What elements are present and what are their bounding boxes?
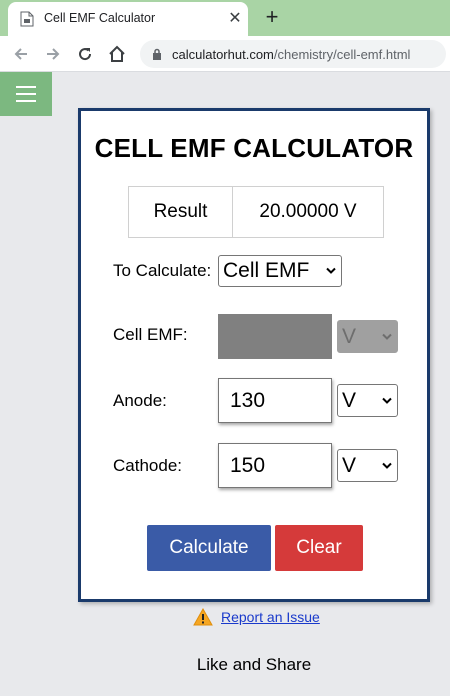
address-bar[interactable]: calculatorhut.com/chemistry/cell-emf.htm… bbox=[140, 40, 446, 68]
url-path: /chemistry/cell-emf.html bbox=[273, 47, 411, 62]
hamburger-icon[interactable] bbox=[0, 72, 52, 116]
reload-icon[interactable] bbox=[72, 41, 98, 67]
url-domain: calculatorhut.com bbox=[172, 47, 274, 62]
browser-tabbar: Cell EMF Calculator ✕ + bbox=[0, 0, 450, 36]
clear-button[interactable]: Clear bbox=[275, 525, 363, 571]
chevron-down-icon bbox=[382, 462, 392, 469]
calculator-card: CELL EMF CALCULATOR Result 20.00000 V To… bbox=[78, 108, 430, 602]
result-table: Result 20.00000 V bbox=[128, 186, 384, 238]
anode-input[interactable]: 130 bbox=[218, 378, 332, 423]
report-issue-link[interactable]: Report an Issue bbox=[221, 609, 320, 625]
to-calculate-value: Cell EMF bbox=[223, 259, 310, 282]
document-icon bbox=[20, 11, 34, 27]
result-value: 20.00000 V bbox=[259, 201, 357, 222]
arrow-left-icon[interactable] bbox=[8, 41, 34, 67]
cell-emf-unit: V bbox=[342, 325, 357, 348]
anode-unit-select[interactable]: V bbox=[337, 384, 398, 417]
cell-emf-unit-select: V bbox=[337, 320, 398, 353]
calculator-title: CELL EMF CALCULATOR bbox=[94, 133, 414, 163]
warning-icon bbox=[193, 608, 213, 626]
browser-tab[interactable]: Cell EMF Calculator ✕ bbox=[8, 2, 248, 36]
like-and-share-text: Like and Share bbox=[196, 655, 312, 674]
cell-emf-input bbox=[218, 314, 332, 359]
home-icon[interactable] bbox=[104, 41, 130, 67]
chevron-down-icon bbox=[382, 397, 392, 404]
tab-title: Cell EMF Calculator bbox=[44, 11, 156, 25]
to-calculate-label: To Calculate: bbox=[113, 261, 212, 280]
result-label: Result bbox=[129, 187, 233, 237]
new-tab-button[interactable]: + bbox=[262, 4, 282, 30]
anode-unit: V bbox=[342, 389, 357, 412]
browser-toolbar: calculatorhut.com/chemistry/cell-emf.htm… bbox=[0, 36, 450, 72]
cell-emf-label: Cell EMF: bbox=[113, 325, 188, 344]
chevron-down-icon bbox=[326, 267, 336, 274]
close-tab-icon[interactable]: ✕ bbox=[226, 8, 244, 28]
anode-label: Anode: bbox=[113, 391, 167, 410]
cathode-unit: V bbox=[342, 454, 357, 477]
lock-icon[interactable] bbox=[152, 48, 162, 60]
cathode-unit-select[interactable]: V bbox=[337, 449, 398, 482]
chevron-down-icon bbox=[382, 333, 392, 340]
to-calculate-select[interactable]: Cell EMF bbox=[218, 255, 342, 287]
cathode-input[interactable]: 150 bbox=[218, 443, 332, 488]
calculate-button[interactable]: Calculate bbox=[147, 525, 271, 571]
arrow-right-icon[interactable] bbox=[40, 41, 66, 67]
cathode-label: Cathode: bbox=[113, 456, 182, 475]
url-text: calculatorhut.com/chemistry/cell-emf.htm… bbox=[172, 47, 410, 62]
